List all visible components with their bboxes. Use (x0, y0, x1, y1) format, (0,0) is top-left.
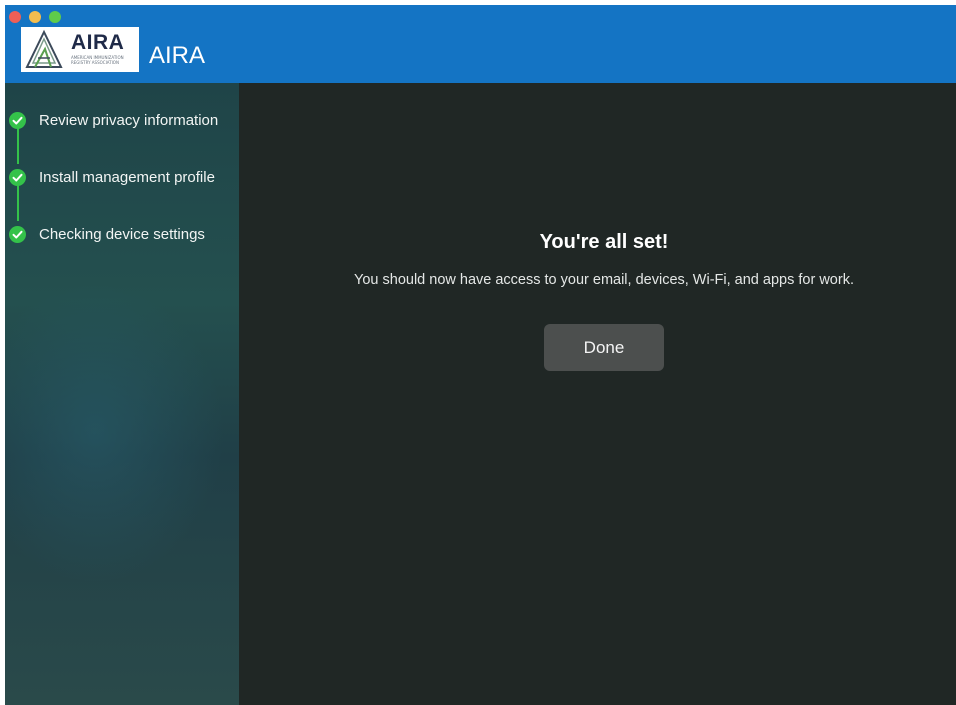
step-label: Checking device settings (39, 226, 205, 243)
step-connector-line (17, 124, 19, 164)
aira-logo-mark-icon (25, 29, 63, 68)
app-title: AIRA (149, 42, 206, 69)
sidebar: Review privacy information Install manag… (5, 83, 239, 705)
header-bar: AIRA American Immunization Registry Asso… (5, 5, 956, 83)
aira-logo: AIRA American Immunization Registry Asso… (21, 27, 139, 72)
maximize-window-button[interactable] (49, 11, 61, 23)
check-circle-icon (9, 112, 26, 129)
close-window-button[interactable] (9, 11, 21, 23)
done-button[interactable]: Done (544, 324, 664, 371)
step-connector-line (17, 181, 19, 221)
success-message: You should now have access to your email… (354, 272, 854, 288)
check-circle-icon (9, 226, 26, 243)
check-circle-icon (9, 169, 26, 186)
logo-wordmark: AIRA (71, 31, 125, 54)
sidebar-background (5, 283, 225, 583)
logo-tagline: American Immunization Registry Associati… (71, 55, 124, 65)
main-content: You're all set! You should now have acce… (239, 83, 956, 705)
step-label: Install management profile (39, 169, 215, 186)
minimize-window-button[interactable] (29, 11, 41, 23)
app-window: AIRA American Immunization Registry Asso… (5, 5, 956, 705)
step-label: Review privacy information (39, 112, 219, 129)
success-heading: You're all set! (539, 231, 669, 253)
